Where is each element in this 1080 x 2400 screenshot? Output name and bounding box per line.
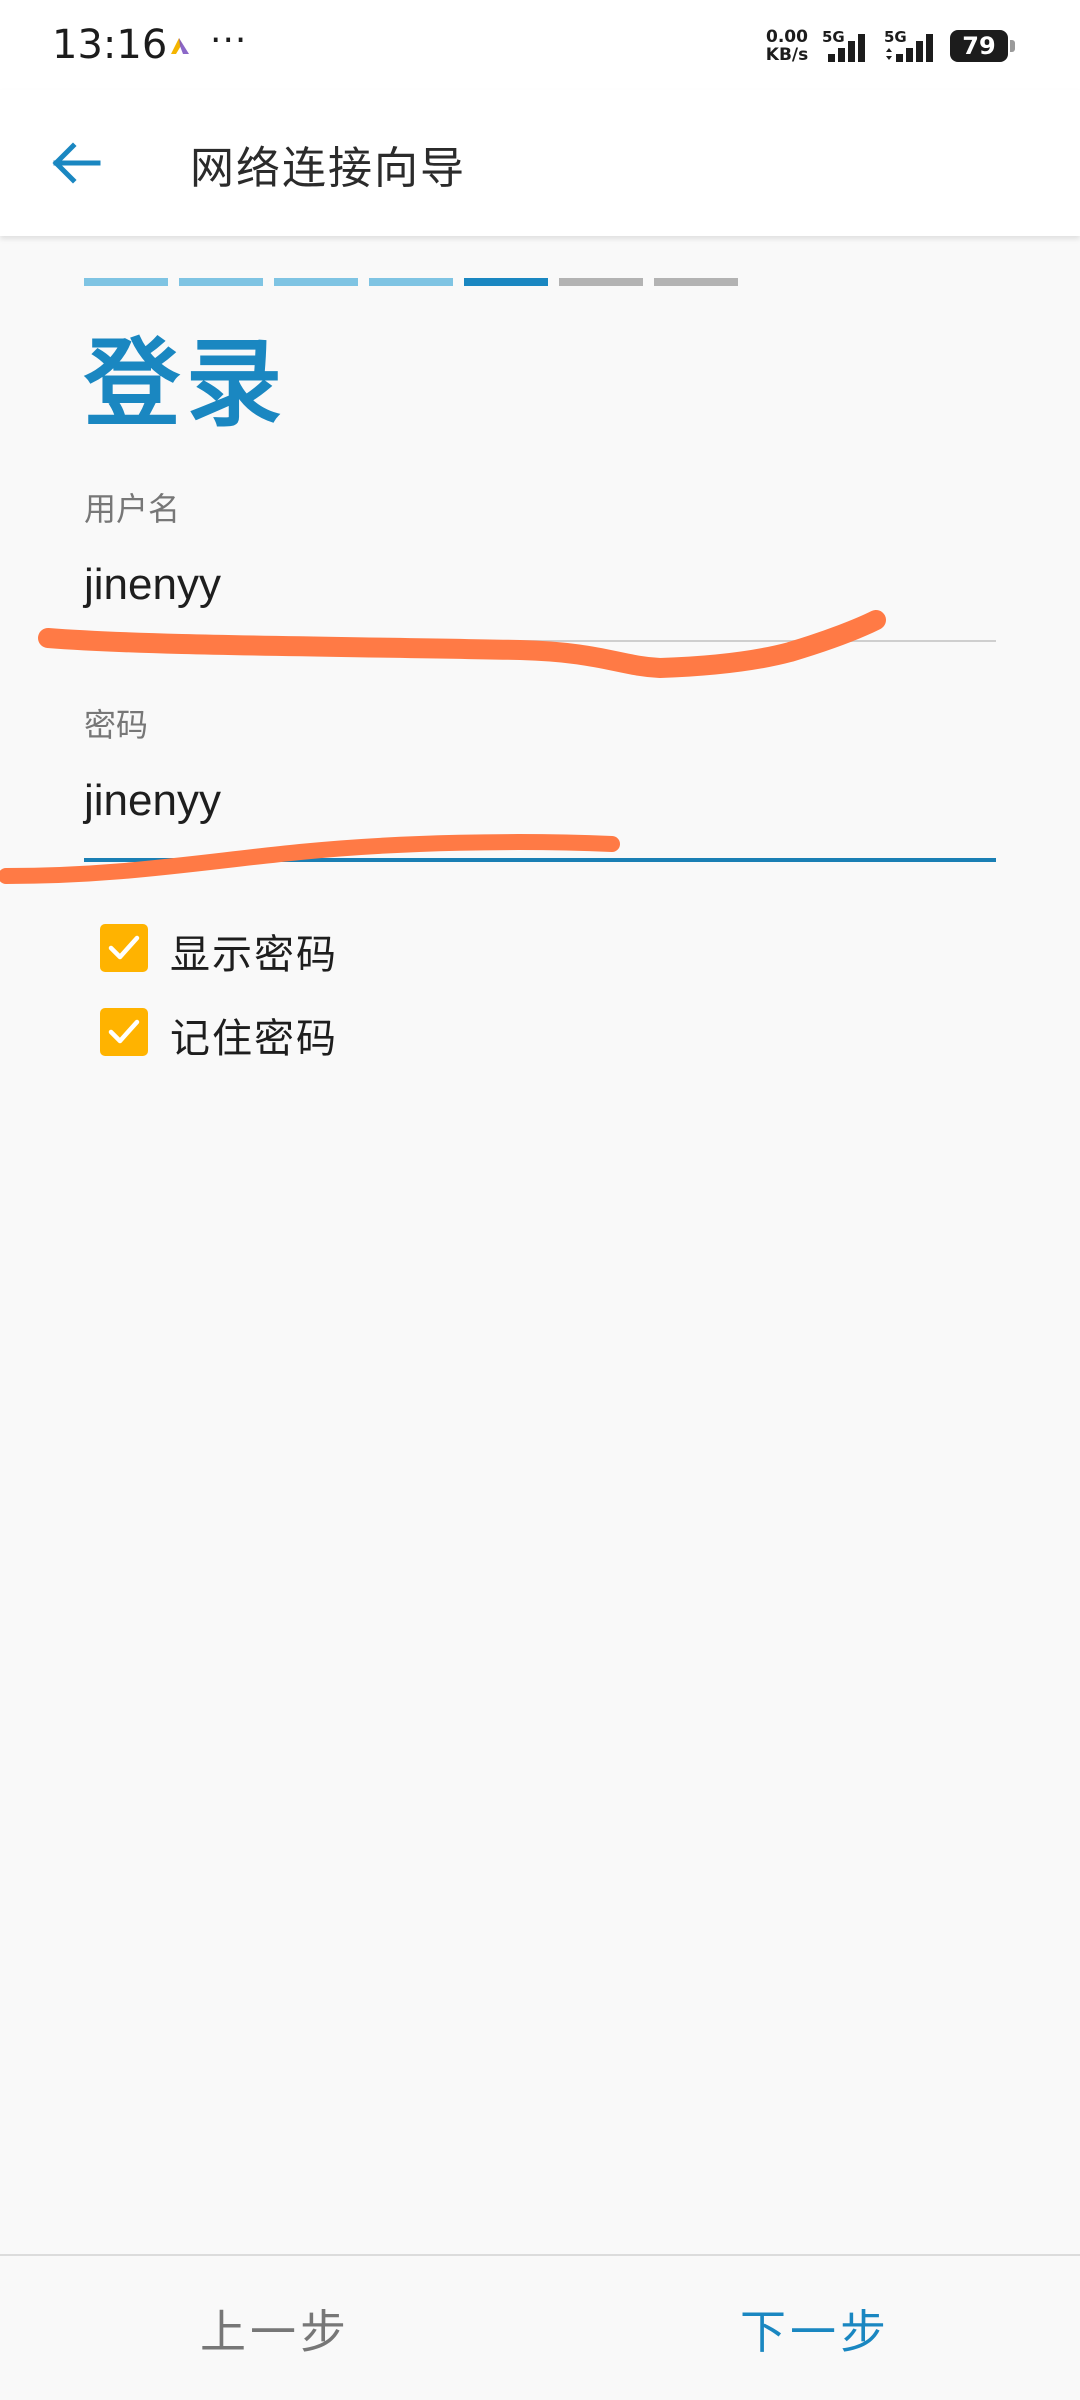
- wizard-step-3: [274, 278, 358, 286]
- username-underline: [84, 640, 996, 642]
- wizard-step-1: [84, 278, 168, 286]
- password-input[interactable]: jinenyy: [84, 776, 221, 826]
- remember-password-label: 记住密码: [170, 1016, 338, 1062]
- wizard-step-5: [464, 278, 548, 286]
- page-title: 登录: [84, 328, 288, 440]
- checkmark-icon: [108, 1019, 140, 1044]
- previous-step-button[interactable]: 上一步: [200, 2296, 350, 2362]
- signal-1-icon: 5G: [822, 28, 882, 64]
- username-label: 用户名: [84, 490, 181, 528]
- app-title: 网络连接向导: [190, 143, 466, 194]
- battery-icon: 79: [950, 30, 1008, 62]
- show-password-label: 显示密码: [170, 932, 338, 978]
- bottom-bar: 上一步 下一步: [0, 2254, 1080, 2400]
- username-input[interactable]: jinenyy: [84, 560, 221, 610]
- signal-2-icon: 5G: [884, 28, 944, 64]
- password-underline: [84, 858, 996, 862]
- wizard-step-2: [179, 278, 263, 286]
- net-speed-unit: KB/s: [765, 45, 809, 65]
- next-step-button[interactable]: 下一步: [740, 2296, 890, 2362]
- status-time: 13:16: [52, 22, 168, 68]
- screen: 13:16 ··· 0.00 KB/s 5G 5G 79 网络连接向导 登录 用…: [0, 0, 1080, 2400]
- wizard-step-6: [559, 278, 643, 286]
- password-label: 密码: [84, 706, 149, 744]
- network-speed: 0.00 KB/s: [760, 28, 814, 64]
- app-notification-icon: [168, 34, 192, 58]
- arrow-left-icon: [52, 142, 101, 184]
- remember-password-checkbox[interactable]: [100, 1008, 148, 1056]
- wizard-step-4: [369, 278, 453, 286]
- status-bar: 13:16 ··· 0.00 KB/s 5G 5G 79: [0, 0, 1080, 90]
- back-button[interactable]: [40, 128, 110, 198]
- wizard-step-7: [654, 278, 738, 286]
- app-bar: 网络连接向导: [0, 90, 1080, 236]
- net-speed-value: 0.00: [766, 27, 808, 47]
- battery-tip: [1010, 40, 1015, 52]
- more-notifications-icon: ···: [210, 20, 248, 61]
- show-password-checkbox[interactable]: [100, 924, 148, 972]
- checkmark-icon: [108, 935, 140, 960]
